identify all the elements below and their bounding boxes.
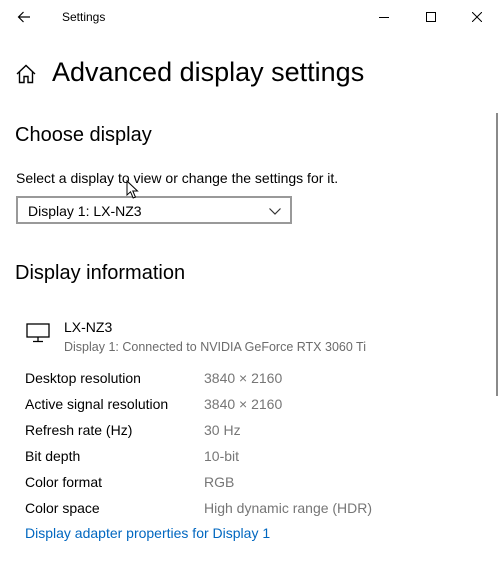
scrollbar[interactable]: [496, 113, 498, 396]
monitor-name: LX-NZ3: [64, 319, 113, 335]
info-row-refresh-rate: Refresh rate (Hz) 30 Hz: [25, 421, 465, 447]
minimize-icon: [379, 17, 389, 18]
info-row-active-signal-resolution: Active signal resolution 3840 × 2160: [25, 395, 465, 421]
chevron-down-icon: [269, 208, 281, 215]
info-value: RGB: [204, 474, 235, 490]
back-arrow-icon: [17, 11, 30, 23]
display-select-dropdown[interactable]: Display 1: LX-NZ3: [16, 196, 292, 224]
display-info-list: Desktop resolution 3840 × 2160 Active si…: [25, 369, 465, 525]
info-label: Desktop resolution: [25, 370, 141, 386]
info-label: Active signal resolution: [25, 396, 169, 412]
mouse-pointer-icon: [126, 180, 139, 199]
info-label: Color space: [25, 500, 100, 516]
select-display-label: Select a display to view or change the s…: [16, 170, 339, 186]
monitor-connection-description: Display 1: Connected to NVIDIA GeForce R…: [64, 340, 366, 354]
info-row-color-space: Color space High dynamic range (HDR): [25, 499, 465, 525]
title-bar: Settings: [0, 0, 500, 34]
info-row-color-format: Color format RGB: [25, 473, 465, 499]
info-value: 3840 × 2160: [204, 370, 283, 386]
maximize-icon: [426, 12, 436, 22]
monitor-icon: [26, 323, 50, 343]
close-button[interactable]: [454, 0, 500, 34]
home-icon[interactable]: [15, 63, 37, 85]
display-information-heading: Display information: [15, 262, 186, 284]
info-value: 30 Hz: [204, 422, 241, 438]
info-label: Refresh rate (Hz): [25, 422, 133, 438]
close-icon: [472, 12, 482, 22]
minimize-button[interactable]: [361, 0, 407, 34]
settings-window: Settings Advanced display settings Choos…: [0, 0, 500, 562]
back-button[interactable]: [8, 2, 40, 32]
display-adapter-properties-link[interactable]: Display adapter properties for Display 1: [25, 525, 270, 541]
info-row-desktop-resolution: Desktop resolution 3840 × 2160: [25, 369, 465, 395]
page-title: Advanced display settings: [52, 57, 365, 87]
info-row-bit-depth: Bit depth 10-bit: [25, 447, 465, 473]
info-label: Bit depth: [25, 448, 81, 464]
info-value: 3840 × 2160: [204, 396, 283, 412]
info-value: High dynamic range (HDR): [204, 500, 373, 516]
window-title: Settings: [62, 10, 106, 24]
info-label: Color format: [25, 474, 103, 490]
display-select-value: Display 1: LX-NZ3: [28, 203, 142, 219]
choose-display-heading: Choose display: [15, 124, 152, 146]
info-value: 10-bit: [204, 448, 240, 464]
maximize-button[interactable]: [408, 0, 454, 34]
